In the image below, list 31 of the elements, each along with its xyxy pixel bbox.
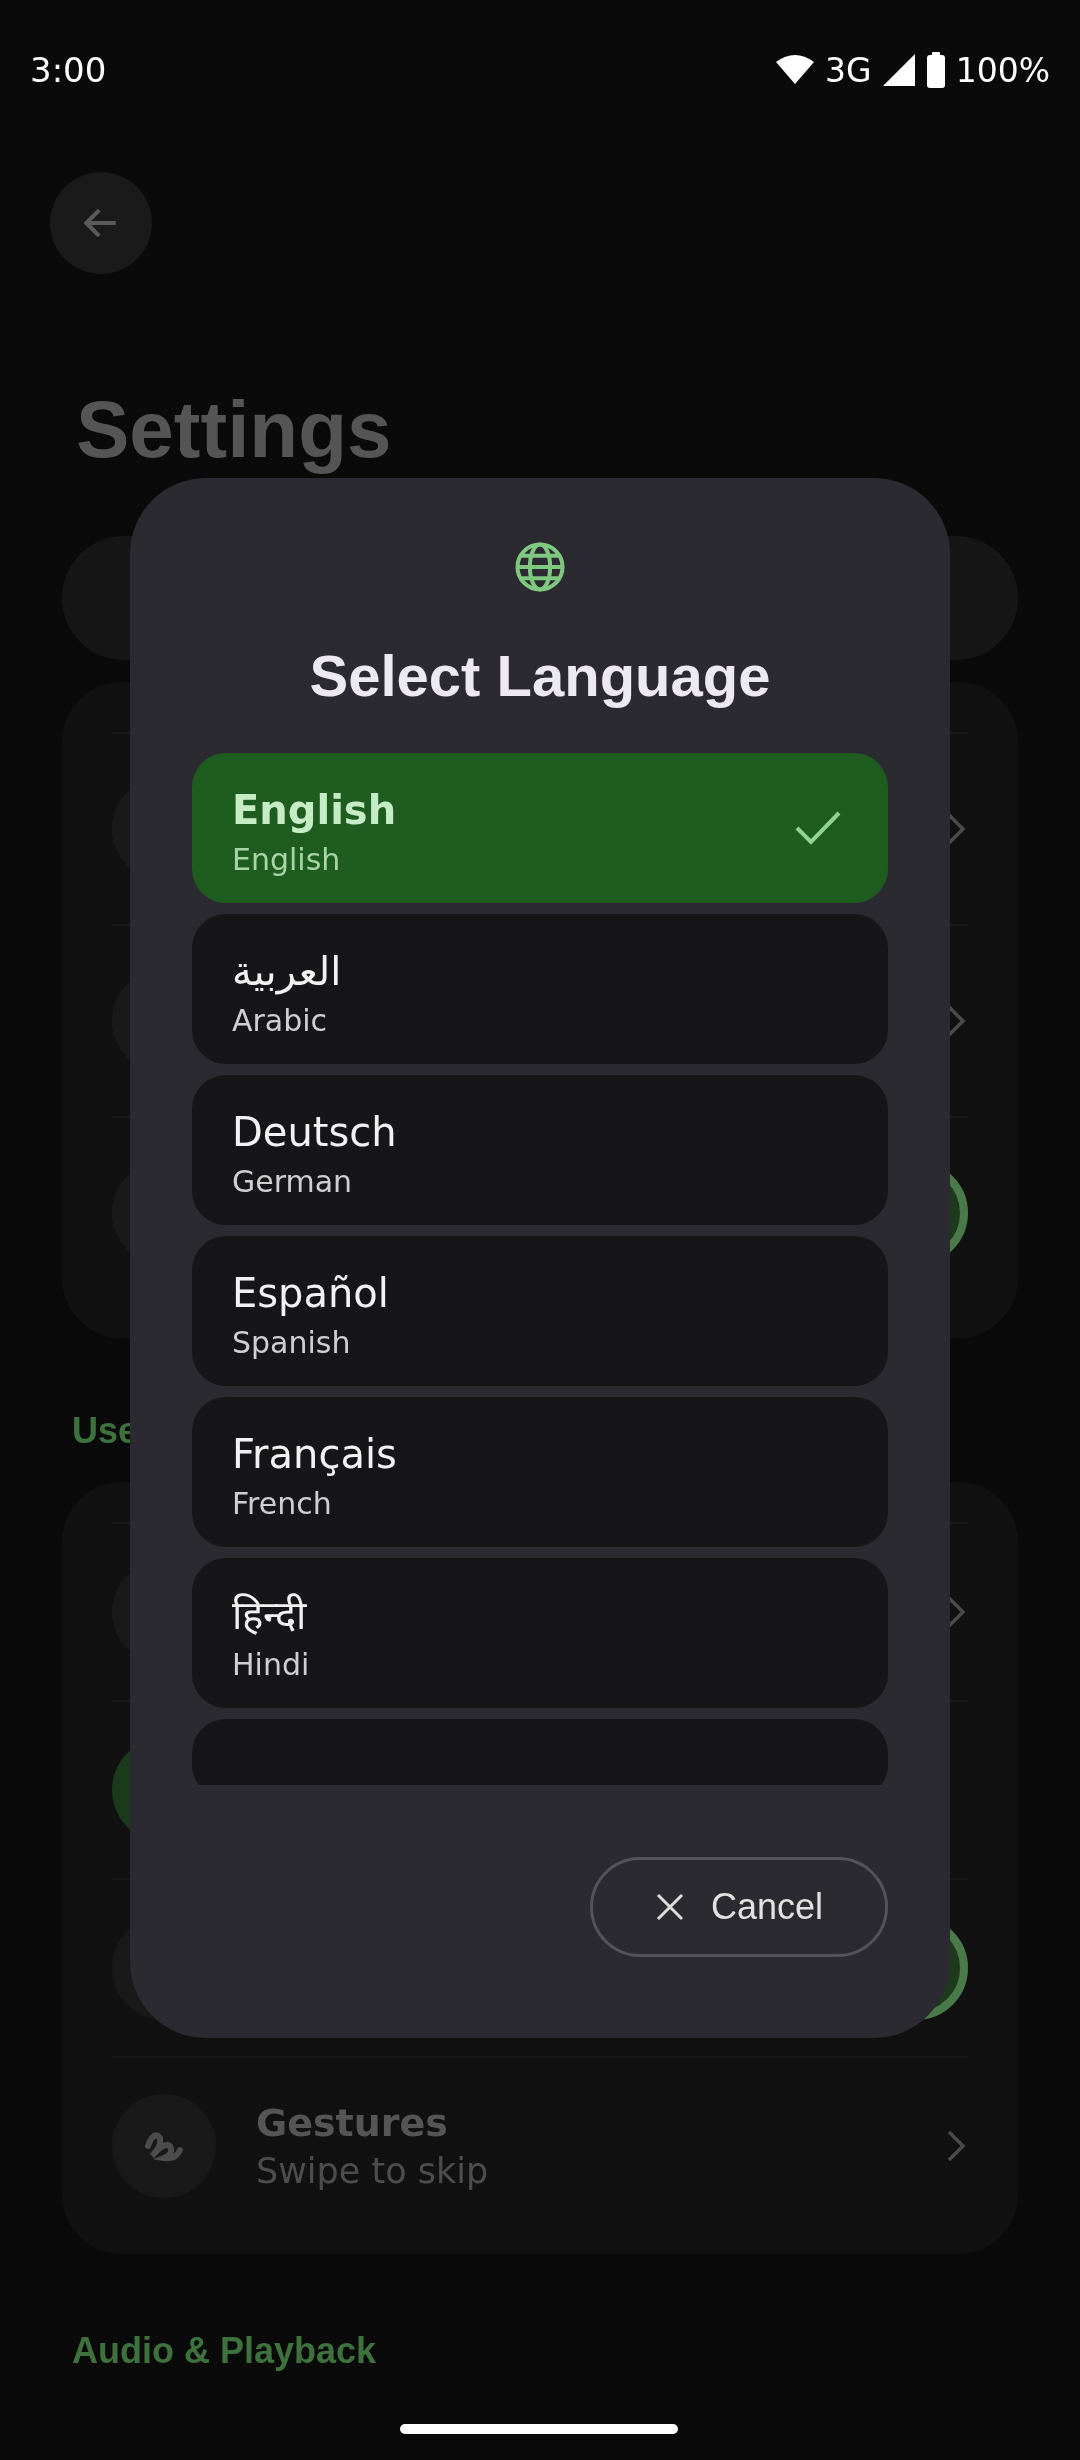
battery-percent: 100% — [955, 50, 1050, 90]
wifi-icon — [775, 54, 816, 86]
globe-icon — [513, 540, 567, 594]
language-option[interactable]: हिन्दी Hindi — [192, 1558, 888, 1708]
section-header: Audio & Playback — [72, 2330, 377, 2372]
row-title: Gestures — [256, 2101, 449, 2145]
language-name: العربية — [232, 946, 342, 997]
language-name: Español — [232, 1268, 389, 1318]
language-english-name: Arabic — [232, 1002, 329, 1038]
language-english-name: Spanish — [232, 1324, 352, 1360]
language-option[interactable]: Français French — [192, 1397, 888, 1547]
language-english-name: English — [232, 841, 342, 877]
cancel-button[interactable]: Cancel — [590, 1857, 888, 1957]
language-english-name: French — [232, 1485, 333, 1521]
language-name: Deutsch — [232, 1107, 397, 1157]
network-label: 3G — [825, 50, 872, 90]
language-option[interactable]: Español Spanish — [192, 1236, 888, 1386]
dialog-title: Select Language — [309, 642, 771, 709]
clock: 3:00 — [30, 50, 107, 90]
language-name: English — [232, 785, 397, 835]
language-option[interactable]: English English — [192, 753, 888, 903]
language-english-name: Hindi — [232, 1646, 310, 1682]
close-icon — [654, 1892, 685, 1922]
language-name: हिन्दी — [232, 1590, 308, 1640]
battery-icon — [925, 52, 946, 88]
row-subtitle: Swipe to skip — [256, 2151, 489, 2191]
language-english-name: German — [232, 1163, 354, 1199]
page-title: Settings — [76, 384, 393, 476]
language-name: Français — [232, 1429, 397, 1479]
signal-icon — [881, 53, 916, 87]
language-option[interactable]: Deutsch German — [192, 1075, 888, 1225]
